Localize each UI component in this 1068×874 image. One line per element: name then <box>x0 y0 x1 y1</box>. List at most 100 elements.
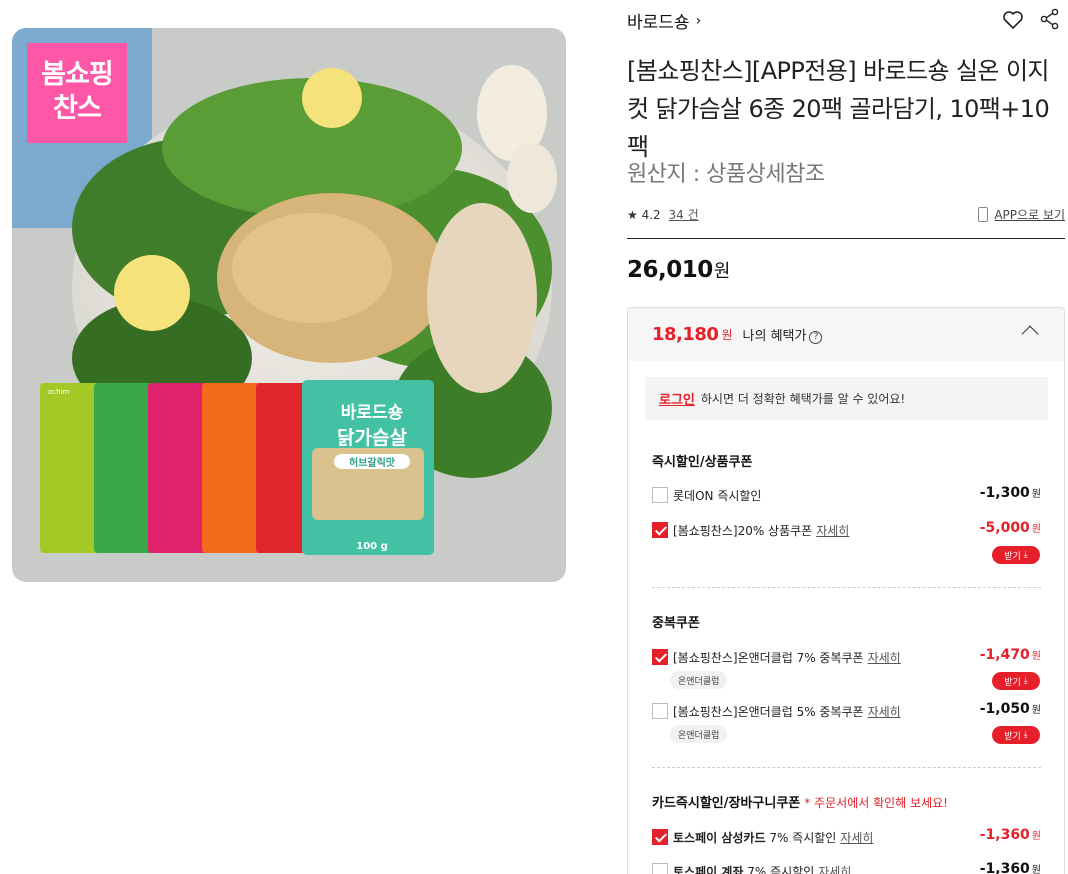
coupon-amount: -5,000 원 <box>980 520 1041 536</box>
promo-badge-line2: 찬스 <box>53 93 102 124</box>
coupon-label-text: [봄쇼핑찬스]온앤더클럽 5% 중복쿠폰 <box>673 705 864 719</box>
coupon-item: [봄쇼핑찬스]온앤더클럽 5% 중복쿠폰 자세히 -1,050 원 <box>652 701 1041 721</box>
pack-brand: ochim <box>48 388 70 396</box>
divider <box>627 238 1065 239</box>
coupon-amount: -1,050 원 <box>980 701 1041 717</box>
coupon-checkbox[interactable] <box>652 829 668 845</box>
phone-icon <box>978 207 989 222</box>
section-divider <box>652 767 1041 768</box>
rating-row: ★ 4.2 34 건 APP으로 보기 <box>627 206 1065 226</box>
card-name: 토스페이 삼성카드 <box>673 831 766 845</box>
brand-name: 바로드숑 <box>627 13 690 33</box>
coupon-detail-link[interactable]: 자세히 <box>840 831 873 845</box>
app-view-link[interactable]: APP으로 보기 <box>978 206 1065 223</box>
coupon-amount: -1,470 원 <box>980 647 1041 663</box>
coupon-label: 토스페이 계좌 7% 즉시할인 자세히 <box>673 863 851 874</box>
download-icon: ⤓ <box>1023 676 1028 686</box>
coupon-detail-link[interactable]: 자세히 <box>818 865 851 874</box>
coupon-amount: -1,360 원 <box>980 861 1041 874</box>
rating-value: 4.2 <box>641 208 661 222</box>
benefit-price-unit: 원 <box>721 328 733 342</box>
section-title-dup: 중복쿠폰 <box>652 616 700 631</box>
coupon-amount-unit: 원 <box>1031 865 1041 874</box>
get-coupon-button[interactable]: 받기 ⤓ <box>992 546 1040 564</box>
coupon-amount-unit: 원 <box>1031 489 1041 500</box>
share-icon[interactable] <box>1039 8 1061 30</box>
price-unit: 원 <box>713 261 731 282</box>
coupon-amount-value: -1,470 <box>979 647 1030 663</box>
app-view-label: APP으로 보기 <box>994 208 1065 222</box>
coupon-label: [봄쇼핑찬스]온앤더클럽 7% 중복쿠폰 자세히 <box>673 649 901 666</box>
info-icon[interactable]: ? <box>809 331 823 344</box>
login-link[interactable]: 로그인 <box>659 389 695 408</box>
coupon-detail-link[interactable]: 자세히 <box>816 524 849 538</box>
pack-text-main: 바로드숑 <box>340 403 404 423</box>
benefit-label: 나의 혜택가? <box>743 325 823 344</box>
get-coupon-label: 받기 <box>1004 731 1021 742</box>
coupon-checkbox[interactable] <box>652 487 668 503</box>
coupon-amount-unit: 원 <box>1031 524 1041 535</box>
section-divider <box>652 587 1041 588</box>
benefit-price: 18,180 <box>652 324 719 345</box>
club-tag: 온앤더클럽 <box>670 671 728 689</box>
coupon-checkbox[interactable] <box>652 522 668 538</box>
coupon-amount-value: -1,050 <box>979 701 1030 717</box>
brand-row: 바로드숑 › <box>627 8 1065 34</box>
coupon-label-text: [봄쇼핑찬스]20% 상품쿠폰 <box>673 524 813 538</box>
coupon-label: [봄쇼핑찬스]20% 상품쿠폰 자세히 <box>673 522 849 539</box>
pack-text-sub: 닭가슴살 <box>337 427 407 449</box>
coupon-detail-link[interactable]: 자세히 <box>868 705 901 719</box>
get-coupon-label: 받기 <box>1004 677 1021 688</box>
section-title-card-text: 카드즉시할인/장바구니쿠폰 <box>652 796 801 811</box>
download-icon: ⤓ <box>1023 550 1028 560</box>
download-icon: ⤓ <box>1023 730 1028 740</box>
pack-weight: 100 g <box>356 541 388 552</box>
review-count-link[interactable]: 34 건 <box>669 208 699 222</box>
promo-badge: 봄쇼핑 찬스 <box>27 43 127 143</box>
coupon-amount-value: -5,000 <box>979 520 1030 536</box>
coupon-label-text: 7% 즉시할인 <box>743 865 815 874</box>
coupon-label: [봄쇼핑찬스]온앤더클럽 5% 중복쿠폰 자세히 <box>673 703 901 720</box>
coupon-item: 롯데ON 즉시할인 -1,300 원 <box>652 485 1041 505</box>
coupon-amount-value: -1,360 <box>979 827 1030 843</box>
promo-badge-line1: 봄쇼핑 <box>41 59 114 90</box>
section-title-instant: 즉시할인/상품쿠폰 <box>652 455 753 470</box>
card-name: 토스페이 계좌 <box>673 865 744 874</box>
get-coupon-button[interactable]: 받기 ⤓ <box>992 726 1040 744</box>
coupon-amount-unit: 원 <box>1031 831 1041 842</box>
coupon-label-text: [봄쇼핑찬스]온앤더클럽 7% 중복쿠폰 <box>673 651 864 665</box>
brand-link[interactable]: 바로드숑 › <box>627 8 702 34</box>
product-image[interactable]: 봄쇼핑 찬스 바로드숑 닭가슴살 허브갈릭맛 100 g ochim <box>12 28 566 582</box>
coupon-item: 토스페이 계좌 7% 즉시할인 자세히 -1,360 원 <box>652 861 1041 874</box>
benefit-label-text: 나의 혜택가 <box>742 329 807 344</box>
pack-text: 바로드숑 닭가슴살 허브갈릭맛 100 g <box>312 398 432 552</box>
heart-icon[interactable] <box>1001 8 1025 32</box>
coupon-amount: -1,300 원 <box>980 485 1041 501</box>
coupon-amount-unit: 원 <box>1031 705 1041 716</box>
product-title: [봄쇼핑찬스][APP전용] 바로드숑 실온 이지컷 닭가슴살 6종 20팩 골… <box>627 57 1050 161</box>
coupon-label-text: 롯데ON 즉시할인 <box>673 489 762 503</box>
coupon-checkbox[interactable] <box>652 649 668 665</box>
coupon-label: 롯데ON 즉시할인 <box>673 487 761 504</box>
club-tag: 온앤더클럽 <box>670 725 728 743</box>
coupon-item: 토스페이 삼성카드 7% 즉시할인 자세히 -1,360 원 <box>652 827 1041 847</box>
get-coupon-button[interactable]: 받기 ⤓ <box>992 672 1040 690</box>
coupon-amount-unit: 원 <box>1031 651 1041 662</box>
coupon-checkbox[interactable] <box>652 863 668 874</box>
login-notice: 로그인 하시면 더 정확한 혜택가를 알 수 있어요! <box>645 377 1048 420</box>
product-price: 26,010원 <box>627 257 730 283</box>
benefit-panel: 18,180 원 나의 혜택가? 로그인 하시면 더 정확한 혜택가를 알 수 … <box>627 307 1065 874</box>
product-origin: 원산지 : 상품상세참조 <box>627 162 825 187</box>
coupon-checkbox[interactable] <box>652 703 668 719</box>
section-note: * 주문서에서 확인해 보세요! <box>804 796 948 810</box>
chevron-right-icon: › <box>695 12 702 29</box>
section-title-card: 카드즉시할인/장바구니쿠폰 * 주문서에서 확인해 보세요! <box>652 792 948 811</box>
get-coupon-label: 받기 <box>1004 551 1021 562</box>
coupon-detail-link[interactable]: 자세히 <box>868 651 901 665</box>
benefit-header[interactable]: 18,180 원 나의 혜택가? <box>628 308 1064 361</box>
chevron-up-icon[interactable] <box>1021 325 1039 343</box>
login-notice-text: 하시면 더 정확한 혜택가를 알 수 있어요! <box>700 392 906 406</box>
coupon-item: [봄쇼핑찬스]온앤더클럽 7% 중복쿠폰 자세히 -1,470 원 <box>652 647 1041 667</box>
coupon-item: [봄쇼핑찬스]20% 상품쿠폰 자세히 -5,000 원 <box>652 520 1041 540</box>
coupon-label-text: 7% 즉시할인 <box>765 831 837 845</box>
